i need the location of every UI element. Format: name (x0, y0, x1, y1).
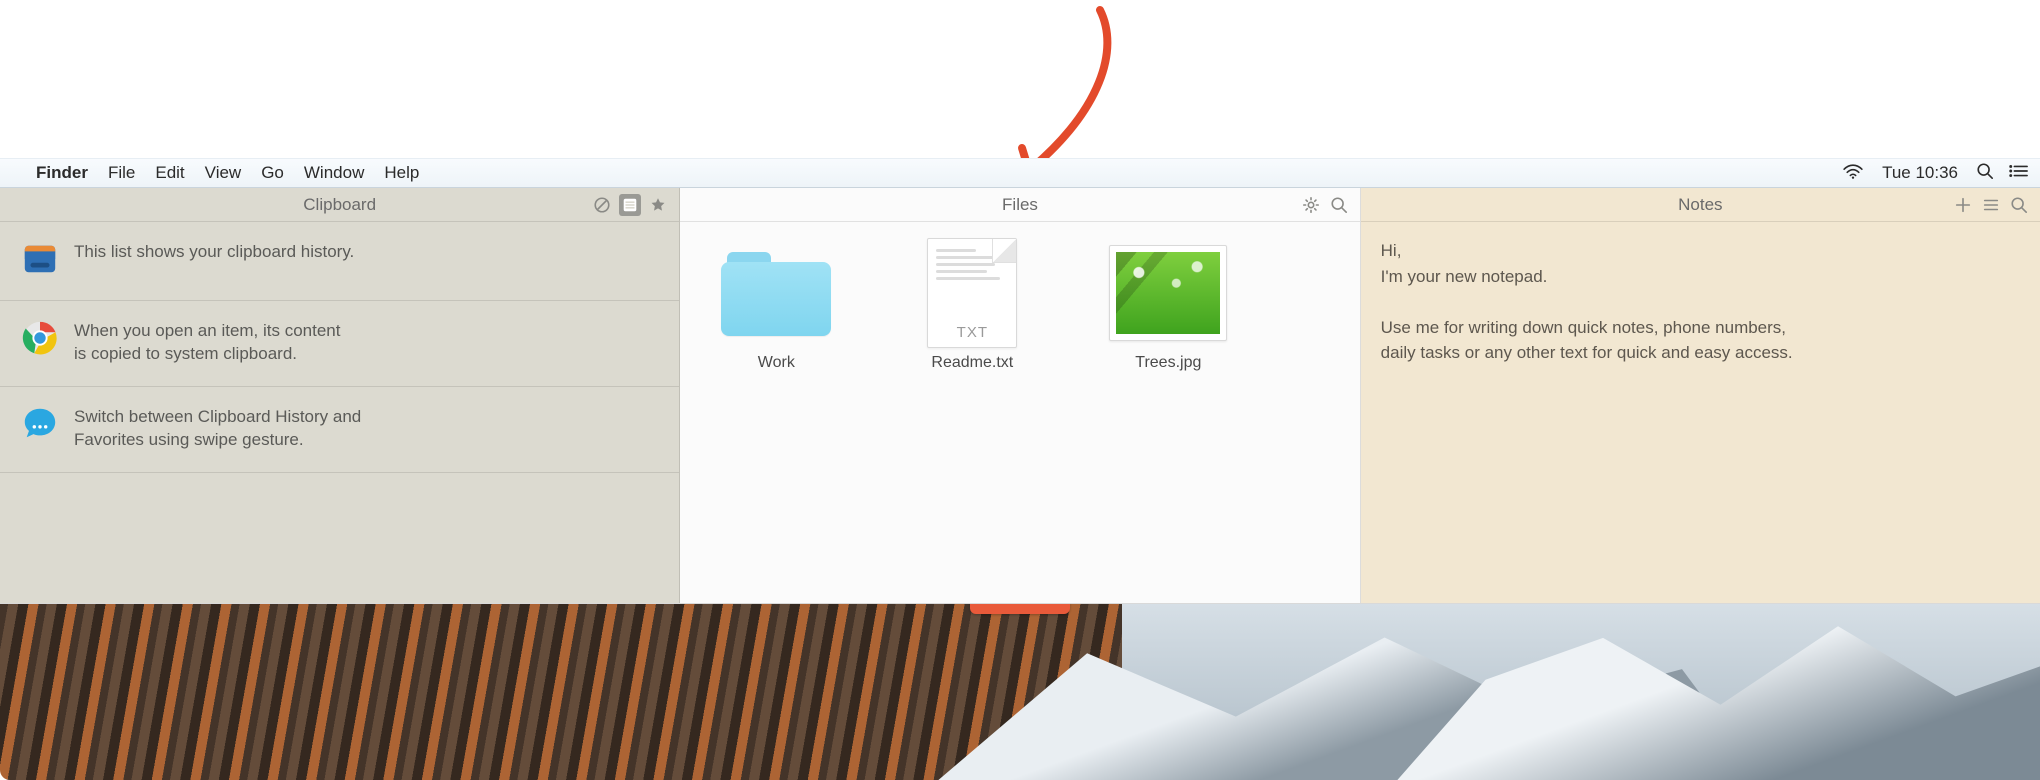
menubar: Finder File Edit View Go Window Help Tue… (0, 158, 2040, 188)
image-thumb-icon (1109, 245, 1227, 341)
clipboard-title: Clipboard (303, 195, 376, 215)
files-settings-icon[interactable] (1300, 194, 1322, 216)
menu-go[interactable]: Go (261, 163, 284, 183)
menu-view[interactable]: View (205, 163, 242, 183)
desktop-wallpaper (0, 604, 2040, 780)
clipboard-clear-icon[interactable] (591, 194, 613, 216)
files-header: Files (680, 188, 1359, 222)
spotlight-icon[interactable] (1976, 162, 1994, 185)
notes-add-icon[interactable] (1952, 194, 1974, 216)
clipboard-list: This list shows your clipboard history. (0, 222, 679, 473)
clipboard-item[interactable]: Switch between Clipboard History and Fav… (0, 387, 679, 473)
panel-notes: Notes Hi, I'm your new notepad. Use me f… (1361, 188, 2040, 603)
panels-row: Clipboard (0, 188, 2040, 604)
files-title: Files (1002, 195, 1038, 215)
notes-header: Notes (1361, 188, 2040, 222)
txt-tag: TXT (928, 324, 1016, 341)
chrome-icon (20, 319, 60, 359)
file-folder[interactable]: Work (706, 242, 846, 583)
menu-edit[interactable]: Edit (155, 163, 184, 183)
clipboard-favorites-icon[interactable] (647, 194, 669, 216)
panel-files: Files Work (680, 188, 1360, 603)
menu-file[interactable]: File (108, 163, 135, 183)
file-label: Work (758, 354, 795, 372)
txt-icon: TXT (927, 238, 1017, 348)
files-search-icon[interactable] (1328, 194, 1350, 216)
app-menu[interactable]: Finder (36, 163, 88, 183)
dock-indicator (970, 604, 1070, 614)
clipboard-item-line1: Switch between Clipboard History and (74, 406, 361, 429)
clipboard-item-line1: When you open an item, its content (74, 320, 341, 343)
folder-icon (721, 250, 831, 336)
notes-list-icon[interactable] (1980, 194, 2002, 216)
file-image[interactable]: Trees.jpg (1098, 242, 1238, 583)
menu-help[interactable]: Help (384, 163, 419, 183)
notes-title: Notes (1678, 195, 1722, 215)
file-label: Trees.jpg (1135, 354, 1201, 372)
clipboard-header: Clipboard (0, 188, 679, 222)
menu-window[interactable]: Window (304, 163, 364, 183)
notes-search-icon[interactable] (2008, 194, 2030, 216)
file-label: Readme.txt (931, 354, 1013, 372)
clipboard-item-line2: is copied to system clipboard. (74, 343, 341, 366)
menubar-clock[interactable]: Tue 10:36 (1878, 163, 1962, 183)
clipboard-list-icon[interactable] (619, 194, 641, 216)
files-body: Work TXT Readme.txt Trees.jpg (680, 222, 1359, 603)
messages-icon (20, 405, 60, 445)
clipboard-item-line1: This list shows your clipboard history. (74, 241, 354, 264)
clipboard-item-line2: Favorites using swipe gesture. (74, 429, 361, 452)
wallet-icon (20, 240, 60, 280)
clipboard-item[interactable]: This list shows your clipboard history. (0, 222, 679, 301)
wifi-icon[interactable] (1842, 163, 1864, 184)
panel-clipboard: Clipboard (0, 188, 680, 603)
menubar-list-icon[interactable] (2008, 163, 2028, 184)
file-txt[interactable]: TXT Readme.txt (902, 242, 1042, 583)
notes-body[interactable]: Hi, I'm your new notepad. Use me for wri… (1361, 222, 2040, 603)
clipboard-item[interactable]: When you open an item, its content is co… (0, 301, 679, 387)
